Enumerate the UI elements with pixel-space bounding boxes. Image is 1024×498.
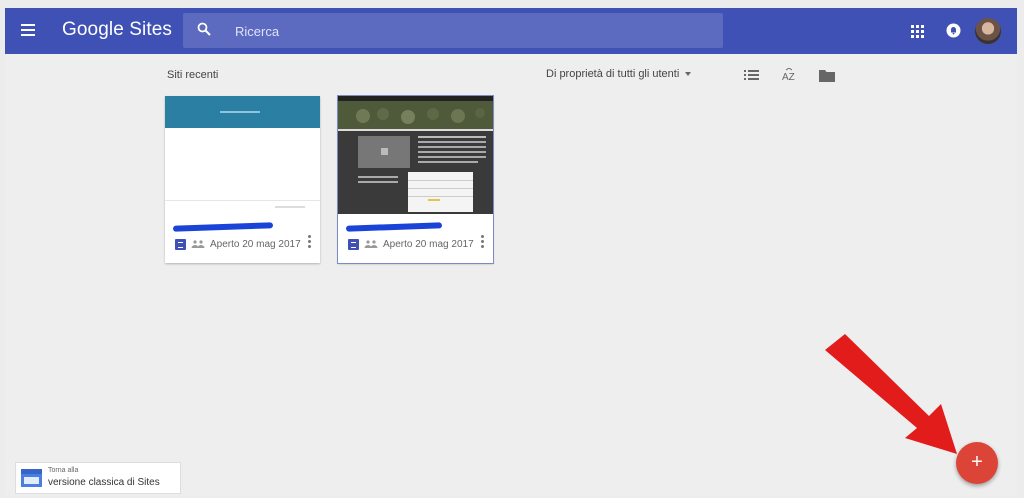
create-site-button[interactable]: + xyxy=(956,442,998,484)
site-thumbnail xyxy=(165,96,320,214)
classic-sites-link[interactable]: Torna alla versione classica di Sites xyxy=(15,462,181,494)
search-input[interactable] xyxy=(233,20,707,42)
apps-grid-icon[interactable] xyxy=(911,25,924,38)
site-card[interactable]: Aperto 20 mag 2017 xyxy=(337,95,494,264)
site-card[interactable]: Aperto 20 mag 2017 xyxy=(165,96,320,263)
site-icon xyxy=(348,238,359,250)
site-meta: Aperto 20 mag 2017 xyxy=(175,237,315,251)
chevron-down-icon xyxy=(685,72,692,77)
opened-label: Aperto xyxy=(210,238,240,250)
red-arrow-annotation xyxy=(825,334,957,454)
classic-link-label: versione classica di Sites xyxy=(48,477,160,488)
sort-az-icon[interactable]: AZ xyxy=(781,68,797,82)
opened-label: Aperto xyxy=(383,238,413,250)
svg-text:AZ: AZ xyxy=(782,72,795,82)
site-icon xyxy=(175,238,186,250)
redacted-site-name xyxy=(172,222,274,232)
section-title: Siti recenti xyxy=(167,69,219,81)
search-icon xyxy=(197,22,211,36)
menu-icon[interactable] xyxy=(21,24,35,36)
folder-icon[interactable] xyxy=(819,68,835,82)
app-title: Google Sites xyxy=(62,19,172,40)
classic-sites-icon xyxy=(21,469,42,487)
avatar[interactable] xyxy=(975,18,1001,44)
more-options-icon[interactable] xyxy=(481,235,485,249)
list-view-icon[interactable] xyxy=(744,68,760,82)
site-thumbnail xyxy=(338,96,493,214)
opened-date: 20 mag 2017 xyxy=(242,238,301,250)
more-options-icon[interactable] xyxy=(308,235,312,249)
top-app-bar: Google Sites xyxy=(5,8,1017,54)
shared-users-icon xyxy=(364,240,378,248)
owner-filter-label: Di proprietà di tutti gli utenti xyxy=(546,68,680,80)
opened-date: 20 mag 2017 xyxy=(415,238,474,250)
shared-users-icon xyxy=(191,240,205,248)
redacted-site-name xyxy=(345,222,443,232)
notifications-icon[interactable] xyxy=(946,23,961,38)
search-box[interactable] xyxy=(183,13,723,48)
app-frame: Google Sites Siti recenti Di proprietà d… xyxy=(5,8,1017,496)
classic-link-caption: Torna alla xyxy=(48,467,79,474)
owner-filter-dropdown[interactable]: Di proprietà di tutti gli utenti xyxy=(546,68,692,80)
site-meta: Aperto 20 mag 2017 xyxy=(348,237,488,251)
